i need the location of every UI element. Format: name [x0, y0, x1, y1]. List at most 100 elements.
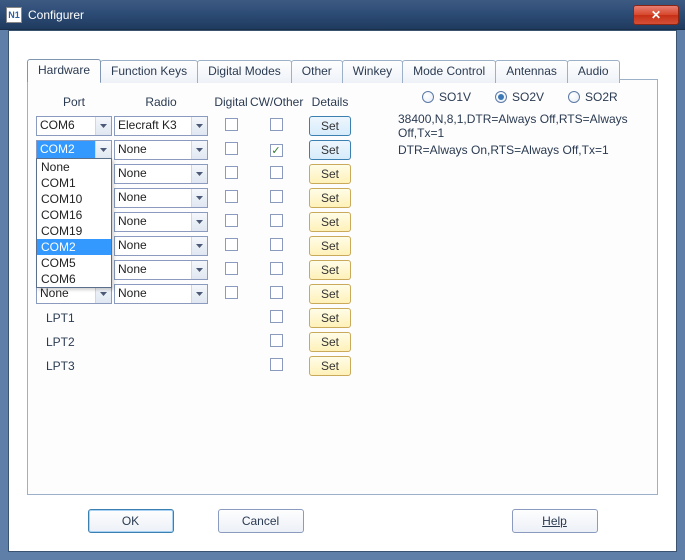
header-radio: Radio [114, 95, 208, 109]
right-panel: SO1VSO2VSO2R 38400,N,8,1,DTR=Always Off,… [398, 90, 647, 160]
checkbox[interactable] [270, 310, 283, 323]
checkbox[interactable]: ✓ [270, 144, 283, 157]
ok-button[interactable]: OK [88, 509, 174, 533]
checkbox[interactable] [225, 166, 238, 179]
tab-digital-modes[interactable]: Digital Modes [197, 60, 292, 83]
checkbox[interactable] [270, 190, 283, 203]
combo-dropdown-button[interactable] [95, 141, 111, 159]
checkbox[interactable] [270, 238, 283, 251]
dropdown-option[interactable]: COM2 [37, 239, 111, 255]
combo-box[interactable]: COM6 [36, 116, 112, 136]
tab-panel-hardware: Port Radio Digital CW/Other Details COM6… [27, 79, 658, 495]
combo-dropdown-button[interactable] [191, 237, 207, 255]
mode-radio-so2r[interactable]: SO2R [568, 90, 618, 104]
mode-radio-so1v[interactable]: SO1V [422, 90, 471, 104]
close-button[interactable]: ✕ [633, 5, 679, 25]
dropdown-option[interactable]: COM1 [37, 175, 111, 191]
combo-dropdown-button[interactable] [95, 117, 111, 135]
cancel-button[interactable]: Cancel [218, 509, 304, 533]
set-button[interactable]: Set [309, 260, 351, 280]
checkbox[interactable] [225, 142, 238, 155]
dropdown-option[interactable]: COM5 [37, 255, 111, 271]
combo-box[interactable]: None [114, 236, 208, 256]
set-button[interactable]: Set [309, 188, 351, 208]
set-button[interactable]: Set [309, 332, 351, 352]
combo-text: None [115, 165, 191, 183]
dropdown-option[interactable]: COM19 [37, 223, 111, 239]
set-button[interactable]: Set [309, 356, 351, 376]
help-label: Help [542, 514, 567, 528]
combo-text: Elecraft K3 [115, 117, 191, 135]
tab-other[interactable]: Other [291, 60, 343, 83]
tab-winkey[interactable]: Winkey [342, 60, 403, 83]
radio-dot [495, 91, 507, 103]
dropdown-option[interactable]: None [37, 159, 111, 175]
combo-box[interactable]: None [114, 164, 208, 184]
checkbox[interactable] [225, 214, 238, 227]
chevron-down-icon [196, 172, 203, 176]
set-button[interactable]: Set [309, 140, 351, 160]
combo-box[interactable]: None [114, 140, 208, 160]
checkbox[interactable] [225, 262, 238, 275]
radio-label: SO1V [439, 90, 471, 104]
radio-label: SO2V [512, 90, 544, 104]
checkbox[interactable] [270, 166, 283, 179]
tab-antennas[interactable]: Antennas [495, 60, 568, 83]
lpt-label: LPT2 [36, 335, 208, 349]
combo-text: None [115, 285, 191, 303]
dropdown-option[interactable]: COM16 [37, 207, 111, 223]
set-button[interactable]: Set [309, 308, 351, 328]
combo-dropdown-button[interactable] [191, 261, 207, 279]
set-button[interactable]: Set [309, 284, 351, 304]
set-button[interactable]: Set [309, 116, 351, 136]
header-cw: CW/Other [250, 95, 302, 109]
combo-box[interactable]: Elecraft K3 [114, 116, 208, 136]
chevron-down-icon [196, 292, 203, 296]
combo-text: None [115, 213, 191, 231]
combo-dropdown-button[interactable] [191, 165, 207, 183]
combo-dropdown-button[interactable] [191, 141, 207, 159]
dropdown-option[interactable]: COM6 [37, 271, 111, 287]
checkbox[interactable] [225, 190, 238, 203]
radio-dot [568, 91, 580, 103]
tab-function-keys[interactable]: Function Keys [100, 60, 198, 83]
checkbox[interactable] [225, 118, 238, 131]
checkbox[interactable] [270, 262, 283, 275]
help-button[interactable]: Help [512, 509, 598, 533]
combo-box[interactable]: COM2 [36, 140, 112, 160]
dropdown-option[interactable]: COM10 [37, 191, 111, 207]
combo-box[interactable]: None [114, 260, 208, 280]
port-info-line: DTR=Always On,RTS=Always Off,Tx=1 [398, 143, 647, 157]
checkbox[interactable] [270, 214, 283, 227]
tab-mode-control[interactable]: Mode Control [402, 60, 496, 83]
app-icon: N1 [6, 7, 22, 23]
set-button[interactable]: Set [309, 164, 351, 184]
combo-dropdown-button[interactable] [191, 213, 207, 231]
mode-radio-so2v[interactable]: SO2V [495, 90, 544, 104]
combo-dropdown-button[interactable] [191, 285, 207, 303]
chevron-down-icon [196, 220, 203, 224]
chevron-down-icon [196, 268, 203, 272]
combo-box[interactable]: None [114, 284, 208, 304]
ok-label: OK [122, 514, 139, 528]
checkbox[interactable] [225, 286, 238, 299]
chevron-down-icon [100, 148, 107, 152]
checkbox[interactable] [270, 358, 283, 371]
checkbox[interactable] [270, 118, 283, 131]
combo-dropdown-button[interactable] [191, 189, 207, 207]
tab-audio[interactable]: Audio [567, 60, 620, 83]
lpt-label: LPT3 [36, 359, 208, 373]
chevron-down-icon [196, 244, 203, 248]
combo-box[interactable]: None [114, 188, 208, 208]
combo-dropdown-button[interactable] [191, 117, 207, 135]
set-button[interactable]: Set [309, 212, 351, 232]
header-port: Port [36, 95, 112, 109]
tabstrip: HardwareFunction KeysDigital ModesOtherW… [27, 59, 619, 82]
tab-hardware[interactable]: Hardware [27, 59, 101, 82]
checkbox[interactable] [225, 238, 238, 251]
combo-box[interactable]: None [114, 212, 208, 232]
port-dropdown-list[interactable]: NoneCOM1COM10COM16COM19COM2COM5COM6 [36, 158, 112, 288]
checkbox[interactable] [270, 286, 283, 299]
set-button[interactable]: Set [309, 236, 351, 256]
checkbox[interactable] [270, 334, 283, 347]
